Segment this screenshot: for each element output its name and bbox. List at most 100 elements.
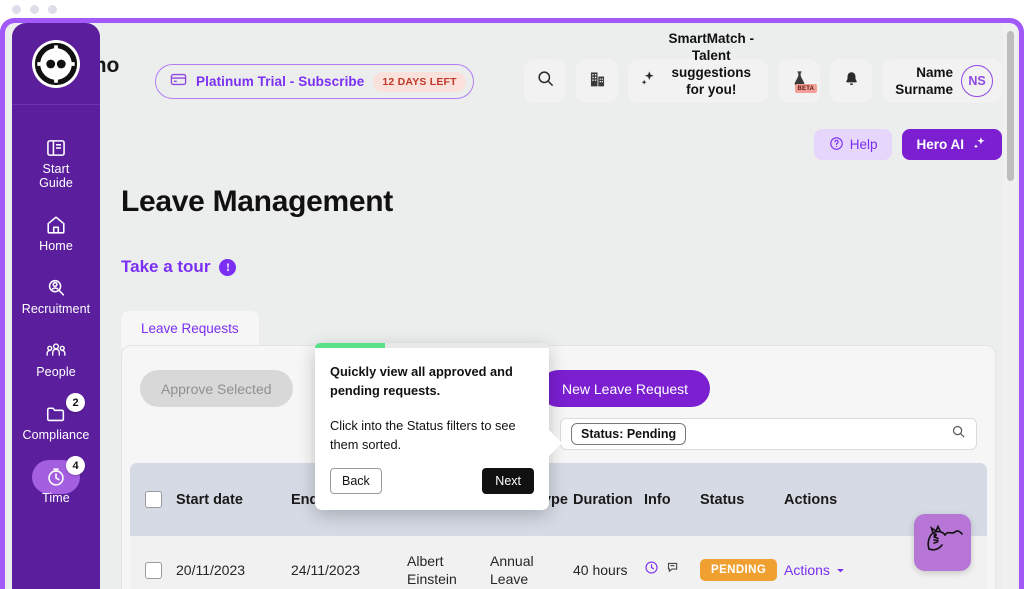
- sidebar-item-home[interactable]: Home: [12, 202, 100, 265]
- column-header-actions: Actions: [784, 491, 838, 508]
- folder-icon: [45, 403, 67, 425]
- trial-label: Platinum Trial - Subscribe: [196, 74, 365, 89]
- labs-button[interactable]: BETA: [778, 59, 821, 103]
- smartmatch-label: SmartMatch - Talent suggestions for you!: [668, 31, 754, 97]
- window-minimize-dot[interactable]: [30, 4, 39, 14]
- people-group-icon: [45, 340, 67, 362]
- chevron-down-icon: [836, 562, 845, 578]
- sidebar-item-recruitment[interactable]: Recruitment: [12, 265, 100, 328]
- book-icon: [45, 137, 67, 159]
- company-button[interactable]: [576, 59, 619, 103]
- page-title: Leave Management: [121, 185, 393, 218]
- tour-paragraph-1: Quickly view all approved and pending re…: [330, 364, 513, 398]
- table-header-row: Start date End date Employee Leave Type …: [130, 463, 987, 536]
- tab-leave-requests[interactable]: Leave Requests: [121, 311, 259, 348]
- help-button[interactable]: Help: [813, 129, 893, 160]
- column-header-status[interactable]: Status: [700, 491, 784, 509]
- sidebar-item-compliance[interactable]: 2 Compliance: [12, 391, 100, 454]
- search-icon[interactable]: [951, 424, 966, 444]
- tour-next-button[interactable]: Next: [482, 468, 534, 494]
- bell-icon: [843, 70, 860, 93]
- column-header-start-date[interactable]: Start date: [176, 491, 291, 509]
- user-last-name: Surname: [895, 82, 953, 97]
- select-all-checkbox[interactable]: [144, 491, 162, 508]
- tour-popover-body: Quickly view all approved and pending re…: [315, 348, 549, 454]
- sidebar-item-label: Home: [39, 239, 73, 253]
- tab-bar: Leave Requests: [121, 311, 259, 348]
- home-icon: [45, 214, 67, 236]
- hero-ai-button[interactable]: Hero AI: [902, 129, 1002, 160]
- cell-start-date: 20/11/2023: [176, 562, 246, 578]
- sparkles-icon: [639, 69, 658, 93]
- cat-sketch-icon: [922, 523, 964, 562]
- assistant-widget-button[interactable]: [914, 514, 971, 571]
- sidebar-item-start-guide[interactable]: Start Guide: [12, 125, 100, 202]
- sidebar-item-label: Start Guide: [39, 162, 73, 190]
- tour-back-button[interactable]: Back: [330, 468, 382, 494]
- approve-selected-button[interactable]: Approve Selected: [140, 370, 293, 407]
- header-action-bar: Help Hero AI: [813, 129, 1002, 160]
- sidebar-label-line2: Guide: [39, 176, 73, 190]
- new-leave-request-button[interactable]: New Leave Request: [540, 370, 711, 407]
- search-input[interactable]: Status: Pending: [560, 418, 977, 450]
- sidebar-item-label: Time: [42, 491, 70, 505]
- user-first-name: Name: [916, 65, 953, 80]
- status-badge: PENDING: [700, 559, 778, 581]
- notifications-button[interactable]: [830, 59, 873, 103]
- cell-employee: Albert Einstein: [407, 553, 457, 587]
- avatar: NS: [961, 65, 993, 97]
- sidebar-badge-compliance: 2: [66, 393, 85, 412]
- company-building-icon: [589, 70, 606, 93]
- user-menu-button[interactable]: Name Surname NS: [882, 59, 1002, 103]
- help-label: Help: [849, 137, 878, 152]
- leave-requests-card: Approve Selected New Leave Request Statu…: [121, 345, 996, 589]
- cell-leave-type: Annual Leave: [490, 553, 534, 587]
- tour-popover-footer: Back Next: [315, 454, 549, 510]
- row-select-cell: [130, 561, 176, 579]
- search-person-icon: [45, 277, 67, 299]
- time-clock-icon: [45, 466, 67, 488]
- tour-popover-arrow: [548, 429, 562, 457]
- search-icon: [536, 69, 555, 93]
- sidebar-item-people[interactable]: People: [12, 328, 100, 391]
- trial-banner[interactable]: Platinum Trial - Subscribe 12 DAYS LEFT: [155, 64, 474, 99]
- sparkles-icon: [971, 135, 988, 155]
- sidebar-item-time[interactable]: 4 Time: [12, 454, 100, 517]
- page-content: Leave Management Take a tour ! Leave Req…: [100, 23, 1019, 589]
- question-circle-icon: [829, 136, 844, 154]
- sidebar-label-line1: Start: [42, 162, 70, 176]
- take-a-tour-label: Take a tour: [121, 257, 211, 276]
- window-close-dot[interactable]: [12, 4, 21, 14]
- column-header-duration[interactable]: Duration: [573, 491, 644, 509]
- sidebar-badge-time: 4: [66, 456, 85, 475]
- row-checkbox[interactable]: [144, 561, 162, 579]
- sidebar: Start Guide Home Recruitment People 2 Co…: [12, 23, 100, 589]
- hero-ai-label: Hero AI: [916, 137, 964, 152]
- take-a-tour-link[interactable]: Take a tour !: [121, 257, 237, 277]
- window-titlebar: [0, 0, 1024, 18]
- window-maximize-dot[interactable]: [48, 4, 57, 14]
- table-row[interactable]: 20/11/2023 24/11/2023 Albert Einstein An…: [130, 536, 987, 589]
- smartmatch-button[interactable]: SmartMatch - Talent suggestions for you!: [628, 31, 769, 103]
- scrollbar-thumb[interactable]: [1007, 31, 1014, 181]
- vertical-scrollbar[interactable]: [1003, 23, 1017, 589]
- app-frame: Demo Org Platinum Trial - Subscribe 12 D…: [0, 18, 1024, 589]
- sidebar-nav: Start Guide Home Recruitment People 2 Co…: [12, 105, 100, 517]
- app-root: Demo Org Platinum Trial - Subscribe 12 D…: [0, 0, 1024, 589]
- beta-badge: BETA: [794, 84, 818, 93]
- select-all-cell: [130, 491, 176, 508]
- user-name: Name Surname: [895, 64, 953, 98]
- trial-days-badge: 12 DAYS LEFT: [373, 71, 466, 92]
- search-button[interactable]: [524, 59, 567, 103]
- logo-container[interactable]: [12, 23, 100, 105]
- comment-icon[interactable]: [666, 560, 681, 580]
- clock-icon[interactable]: [644, 560, 659, 580]
- row-actions-label: Actions: [784, 562, 830, 578]
- cell-end-date: 24/11/2023: [291, 562, 361, 578]
- cell-status: PENDING: [700, 559, 784, 581]
- tour-popover: Quickly view all approved and pending re…: [315, 343, 562, 510]
- tour-paragraph-2: Click into the Status filters to see the…: [330, 418, 516, 452]
- status-filter-chip[interactable]: Status: Pending: [571, 423, 687, 445]
- column-header-info[interactable]: Info: [644, 491, 700, 509]
- sidebar-item-label: Recruitment: [21, 302, 91, 316]
